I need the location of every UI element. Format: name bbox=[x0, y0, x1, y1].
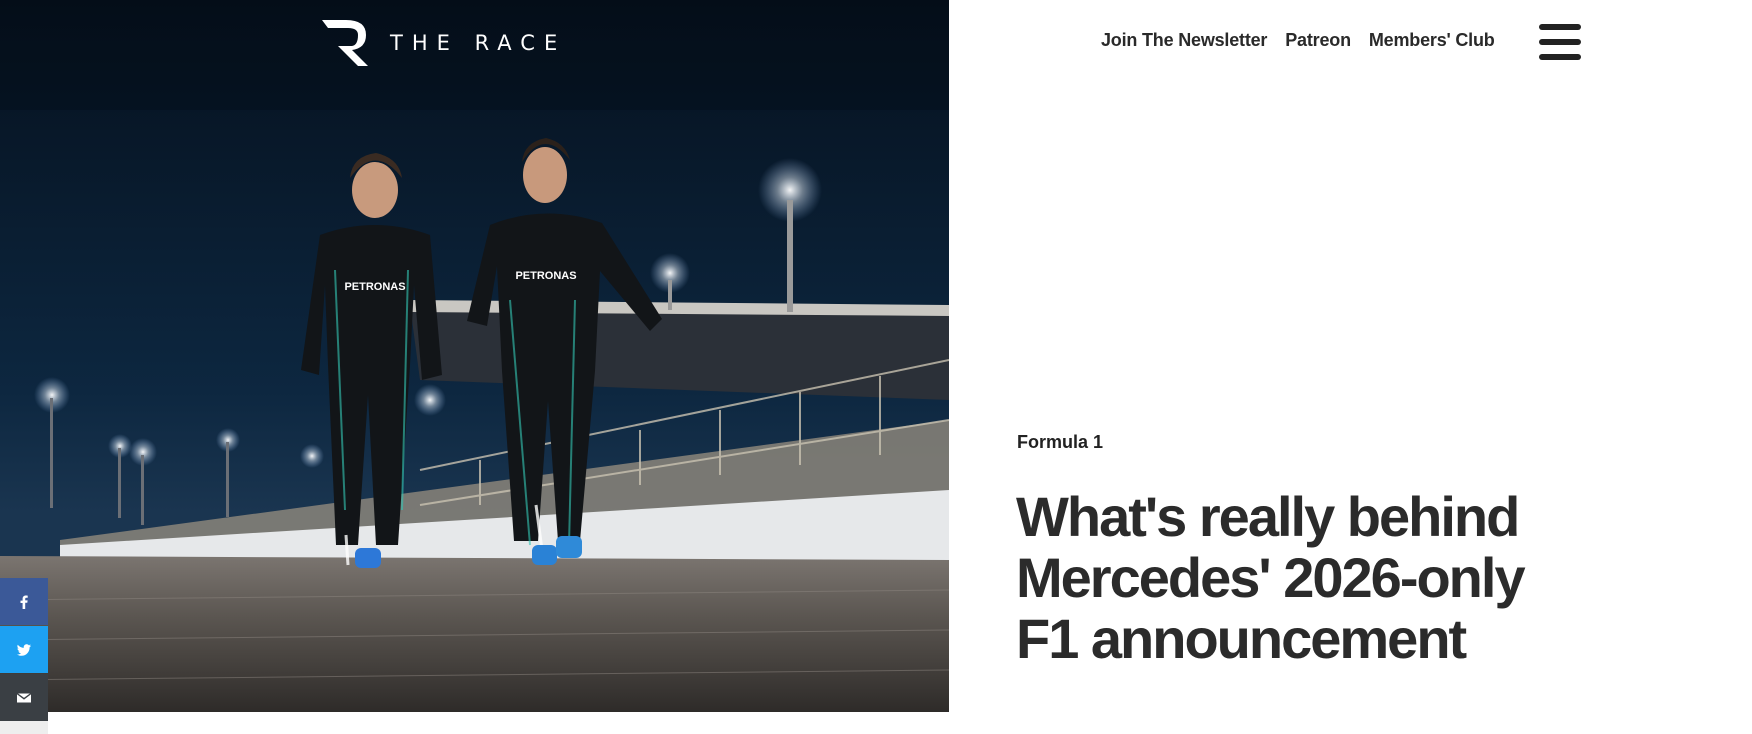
article-headline: What's really behind Mercedes' 2026-only… bbox=[1016, 485, 1526, 670]
email-icon bbox=[16, 692, 32, 702]
r-logo-icon bbox=[322, 20, 368, 66]
nav-patreon-link[interactable]: Patreon bbox=[1285, 30, 1351, 51]
menu-bar bbox=[1539, 39, 1581, 45]
header-nav: Join The Newsletter Patreon Members' Clu… bbox=[1101, 30, 1495, 51]
nav-members-club-link[interactable]: Members' Club bbox=[1369, 30, 1495, 51]
share-bar bbox=[0, 578, 48, 721]
hamburger-menu-icon[interactable] bbox=[1539, 24, 1581, 60]
menu-bar bbox=[1539, 24, 1581, 30]
menu-bar bbox=[1539, 54, 1581, 60]
article-category[interactable]: Formula 1 bbox=[1017, 432, 1103, 453]
suit-logo-text: PETRONAS bbox=[515, 270, 576, 282]
facebook-icon bbox=[20, 595, 28, 609]
twitter-icon bbox=[17, 643, 31, 656]
twitter-share-button[interactable] bbox=[0, 626, 48, 673]
nav-newsletter-link[interactable]: Join The Newsletter bbox=[1101, 30, 1267, 51]
logo-text: THE RACE bbox=[390, 31, 567, 55]
suit-logo-text: PETRONAS bbox=[344, 281, 405, 293]
email-share-button[interactable] bbox=[0, 674, 48, 721]
hero-image: PETRONAS PETRONAS bbox=[0, 0, 949, 712]
facebook-share-button[interactable] bbox=[0, 578, 48, 625]
site-logo[interactable]: THE RACE bbox=[322, 18, 566, 68]
